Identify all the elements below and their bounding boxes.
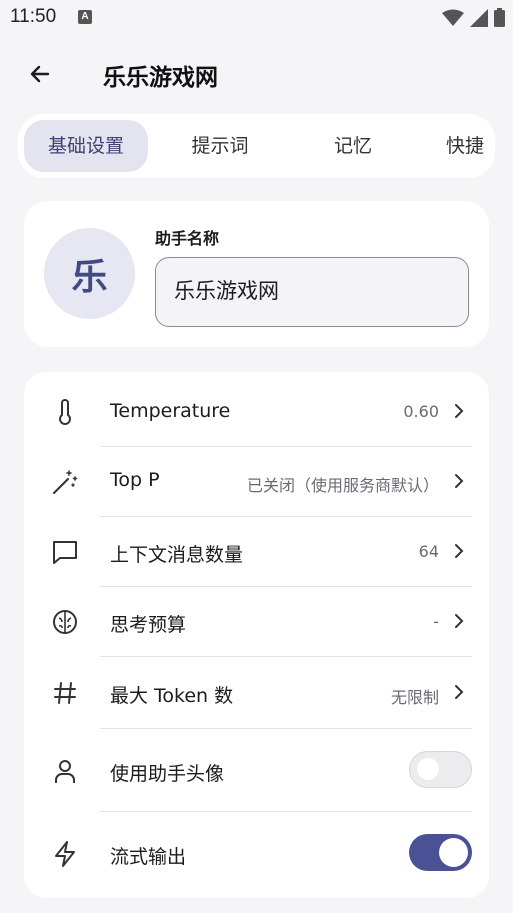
streaming-toggle[interactable] — [409, 834, 472, 871]
top-p-value: 已关闭（使用服务商默认） — [246, 476, 439, 495]
thermometer-icon — [50, 397, 80, 427]
settings-card: Temperature 0.60 Top P 已关闭（使用服务商默认） 上下文消… — [24, 372, 489, 898]
battery-icon — [494, 8, 505, 27]
temperature-label: Temperature — [110, 400, 231, 422]
assistant-avatar[interactable]: 乐 — [44, 228, 135, 319]
setting-top-p[interactable]: Top P 已关闭（使用服务商默认） — [24, 447, 489, 516]
page-title: 乐乐游戏网 — [103, 65, 218, 91]
chevron-right-icon — [455, 544, 464, 558]
tab-prompt[interactable]: 提示词 — [168, 120, 272, 172]
thinking-budget-value: - — [433, 612, 439, 631]
temperature-value: 0.60 — [403, 402, 439, 421]
chevron-right-icon — [455, 614, 464, 628]
setting-temperature[interactable]: Temperature 0.60 — [24, 372, 489, 446]
signal-icon — [470, 8, 488, 27]
tab-shortcuts[interactable]: 快捷 — [446, 120, 495, 172]
chevron-right-icon — [455, 474, 464, 488]
thinking-budget-label: 思考预算 — [110, 614, 187, 636]
context-count-value: 64 — [418, 542, 439, 561]
user-icon — [50, 756, 80, 786]
use-avatar-label: 使用助手头像 — [110, 763, 225, 785]
assistant-name-label: 助手名称 — [155, 229, 220, 248]
message-icon — [50, 537, 80, 567]
arrow-back-icon — [30, 65, 50, 83]
chevron-right-icon — [455, 685, 464, 699]
context-count-label: 上下文消息数量 — [110, 544, 244, 566]
setting-context-count[interactable]: 上下文消息数量 64 — [24, 517, 489, 586]
setting-streaming: 流式输出 — [24, 812, 489, 896]
top-p-label: Top P — [110, 469, 160, 491]
app-bar: 乐乐游戏网 — [0, 44, 513, 104]
wifi-icon — [442, 9, 464, 26]
tab-bar: 基础设置 提示词 记忆 快捷 — [18, 114, 495, 178]
toggle-knob — [439, 838, 468, 867]
tab-basic-settings[interactable]: 基础设置 — [24, 120, 148, 172]
max-tokens-label: 最大 Token 数 — [110, 685, 234, 707]
status-time: 11:50 — [10, 6, 57, 27]
toggle-knob — [417, 758, 439, 780]
status-icons — [442, 8, 505, 27]
hash-icon — [50, 678, 80, 708]
setting-use-avatar: 使用助手头像 — [24, 729, 489, 811]
status-bar: 11:50 A — [0, 0, 513, 36]
chevron-right-icon — [455, 404, 464, 418]
magic-wand-icon — [50, 467, 80, 497]
a-icon: A — [78, 10, 92, 24]
assistant-name-input[interactable]: 乐乐游戏网 — [155, 257, 469, 327]
setting-thinking-budget[interactable]: 思考预算 - — [24, 587, 489, 656]
brain-icon — [50, 607, 80, 637]
back-button[interactable] — [22, 56, 58, 92]
tab-memory[interactable]: 记忆 — [308, 120, 398, 172]
use-avatar-toggle[interactable] — [409, 751, 472, 788]
streaming-label: 流式输出 — [110, 846, 187, 868]
max-tokens-value: 无限制 — [390, 688, 439, 707]
lightning-icon — [50, 839, 80, 869]
setting-max-tokens[interactable]: 最大 Token 数 无限制 — [24, 657, 489, 728]
assistant-card: 乐 助手名称 乐乐游戏网 — [24, 201, 489, 347]
